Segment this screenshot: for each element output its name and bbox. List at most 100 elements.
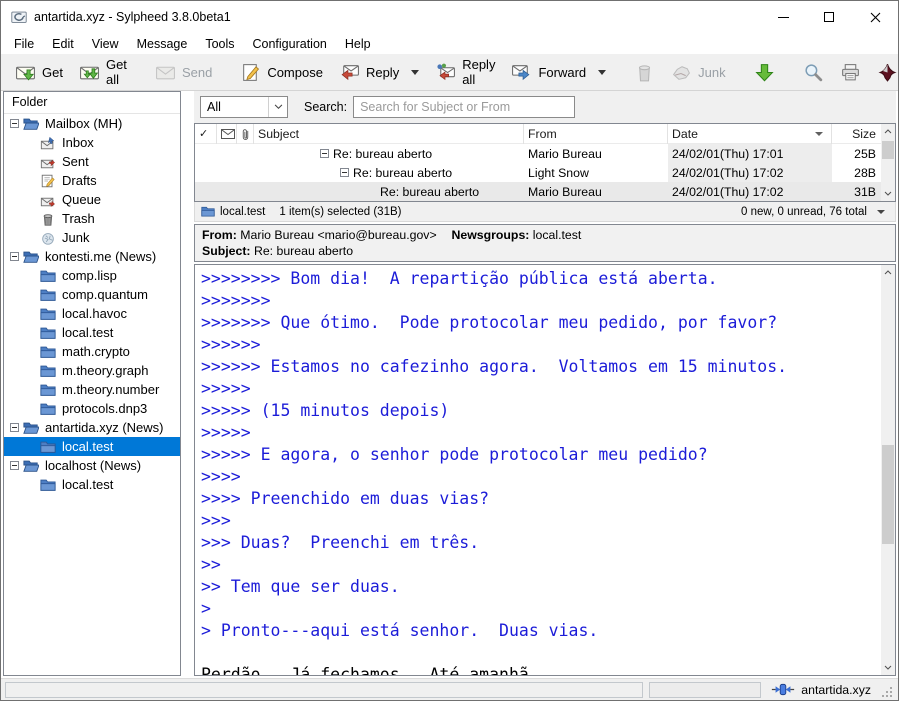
main-area: Folder Mailbox (MH) InboxSentDraftsQueueT… — [1, 91, 898, 678]
current-folder-label: local.test — [220, 206, 265, 218]
filter-bar: All Search: — [194, 91, 896, 123]
send-button[interactable]: Send — [147, 58, 220, 87]
folder-item-inbox[interactable]: Inbox — [4, 133, 180, 152]
folder-item-math-crypto[interactable]: math.crypto — [4, 342, 180, 361]
from-label: From: — [202, 228, 237, 242]
menu-message[interactable]: Message — [128, 35, 197, 53]
search-button[interactable] — [795, 58, 832, 87]
folder-item-trash[interactable]: Trash — [4, 209, 180, 228]
junk-label: Junk — [698, 65, 725, 80]
quoted-line: >>>>> (15 minutos depois) — [201, 400, 889, 422]
folder-item-local-havoc[interactable]: local.havoc — [4, 304, 180, 323]
folder-header[interactable]: Folder — [4, 92, 180, 114]
folder-item-mailbox-mh[interactable]: Mailbox (MH) — [4, 114, 180, 133]
collapse-icon[interactable] — [340, 166, 349, 180]
junk-button[interactable]: Junk — [663, 58, 733, 87]
chevron-down-icon[interactable] — [268, 97, 287, 117]
current-folder-icon — [201, 205, 215, 218]
scroll-up-icon[interactable] — [881, 265, 895, 280]
folder-open-icon — [23, 420, 39, 436]
message-row[interactable]: Re: bureau abertoMario Bureau24/02/01(Th… — [195, 182, 881, 201]
folder-item-local-test[interactable]: local.test — [4, 323, 180, 342]
folder-item-protocols-dnp3[interactable]: protocols.dnp3 — [4, 399, 180, 418]
message-row[interactable]: Re: bureau abertoLight Snow24/02/01(Thu)… — [195, 163, 881, 182]
menu-file[interactable]: File — [5, 35, 43, 53]
folder-header-label: Folder — [12, 95, 47, 109]
menu-tools[interactable]: Tools — [196, 35, 243, 53]
subject-text: Re: bureau aberto — [380, 185, 479, 199]
inbox-icon — [40, 135, 56, 151]
folder-item-comp-lisp[interactable]: comp.lisp — [4, 266, 180, 285]
reply-button[interactable]: Reply — [331, 58, 427, 87]
menu-help[interactable]: Help — [336, 35, 380, 53]
pane-splitter[interactable] — [187, 91, 188, 676]
filter-scope-select[interactable]: All — [200, 96, 288, 118]
message-row[interactable]: Re: bureau abertoMario Bureau24/02/01(Th… — [195, 144, 881, 163]
forward-dropdown-icon[interactable] — [598, 70, 606, 75]
folder-item-local-test[interactable]: local.test — [4, 437, 180, 456]
scrollbar-thumb[interactable] — [882, 445, 894, 543]
stop-button[interactable] — [869, 58, 899, 87]
scroll-down-icon[interactable] — [881, 660, 895, 675]
next-unread-button[interactable] — [746, 58, 783, 87]
from-column-header[interactable]: From — [524, 124, 668, 144]
folder-item-local-test[interactable]: local.test — [4, 475, 180, 494]
mark-column-header[interactable]: ✓ — [195, 124, 217, 144]
network-icon — [771, 683, 795, 696]
maximize-button[interactable] — [806, 1, 852, 33]
message-body-scrollbar[interactable] — [881, 265, 895, 675]
compose-button[interactable]: Compose — [232, 58, 331, 87]
folder-item-m-theory-number[interactable]: m.theory.number — [4, 380, 180, 399]
counts-dropdown-icon[interactable] — [877, 210, 885, 214]
search-input[interactable] — [353, 96, 575, 118]
folder-item-comp-quantum[interactable]: comp.quantum — [4, 285, 180, 304]
stop-icon — [877, 62, 898, 83]
quoted-line: >> — [201, 554, 889, 576]
menu-edit[interactable]: Edit — [43, 35, 83, 53]
forward-button[interactable]: Forward — [503, 58, 614, 87]
send-label: Send — [182, 65, 212, 80]
get-button[interactable]: Get — [7, 58, 71, 87]
scrollbar-thumb[interactable] — [882, 141, 894, 159]
message-list-scrollbar[interactable] — [881, 124, 895, 201]
folder-item-antartida-xyz-news[interactable]: antartida.xyz (News) — [4, 418, 180, 437]
get-all-button[interactable]: Get all — [71, 53, 135, 91]
queue-icon — [40, 192, 56, 208]
subject-column-header[interactable]: Subject — [254, 124, 524, 144]
delete-button[interactable] — [626, 58, 663, 87]
folder-icon — [40, 344, 56, 360]
folder-label: Mailbox (MH) — [45, 116, 122, 131]
folder-item-m-theory-graph[interactable]: m.theory.graph — [4, 361, 180, 380]
folder-label: local.test — [62, 477, 113, 492]
folder-item-sent[interactable]: Sent — [4, 152, 180, 171]
folder-label: local.havoc — [62, 306, 127, 321]
print-button[interactable] — [832, 58, 869, 87]
junk-icon — [671, 62, 692, 83]
collapse-icon[interactable] — [10, 119, 19, 128]
reply-dropdown-icon[interactable] — [411, 70, 419, 75]
date-column-header[interactable]: Date — [668, 124, 832, 144]
folder-item-localhost-news[interactable]: localhost (News) — [4, 456, 180, 475]
collapse-icon[interactable] — [10, 423, 19, 432]
scroll-down-icon[interactable] — [881, 186, 895, 201]
status-column-header[interactable] — [217, 124, 237, 144]
collapse-icon[interactable] — [10, 461, 19, 470]
down-icon — [754, 62, 775, 83]
size-column-header[interactable]: Size — [832, 124, 881, 144]
close-button[interactable] — [852, 1, 898, 33]
attachment-column-header[interactable] — [237, 124, 254, 144]
resize-grip[interactable] — [881, 685, 894, 698]
collapse-icon[interactable] — [320, 147, 329, 161]
folder-item-junk[interactable]: Junk — [4, 228, 180, 247]
reply-all-button[interactable]: Reply all — [427, 53, 503, 91]
reply-icon — [339, 62, 360, 83]
subject-text: Re: bureau aberto — [333, 147, 432, 161]
menu-configuration[interactable]: Configuration — [244, 35, 336, 53]
scroll-up-icon[interactable] — [881, 124, 895, 139]
collapse-icon[interactable] — [10, 252, 19, 261]
folder-item-queue[interactable]: Queue — [4, 190, 180, 209]
folder-item-drafts[interactable]: Drafts — [4, 171, 180, 190]
menu-view[interactable]: View — [83, 35, 128, 53]
minimize-button[interactable] — [760, 1, 806, 33]
folder-item-kontesti-me-news[interactable]: kontesti.me (News) — [4, 247, 180, 266]
